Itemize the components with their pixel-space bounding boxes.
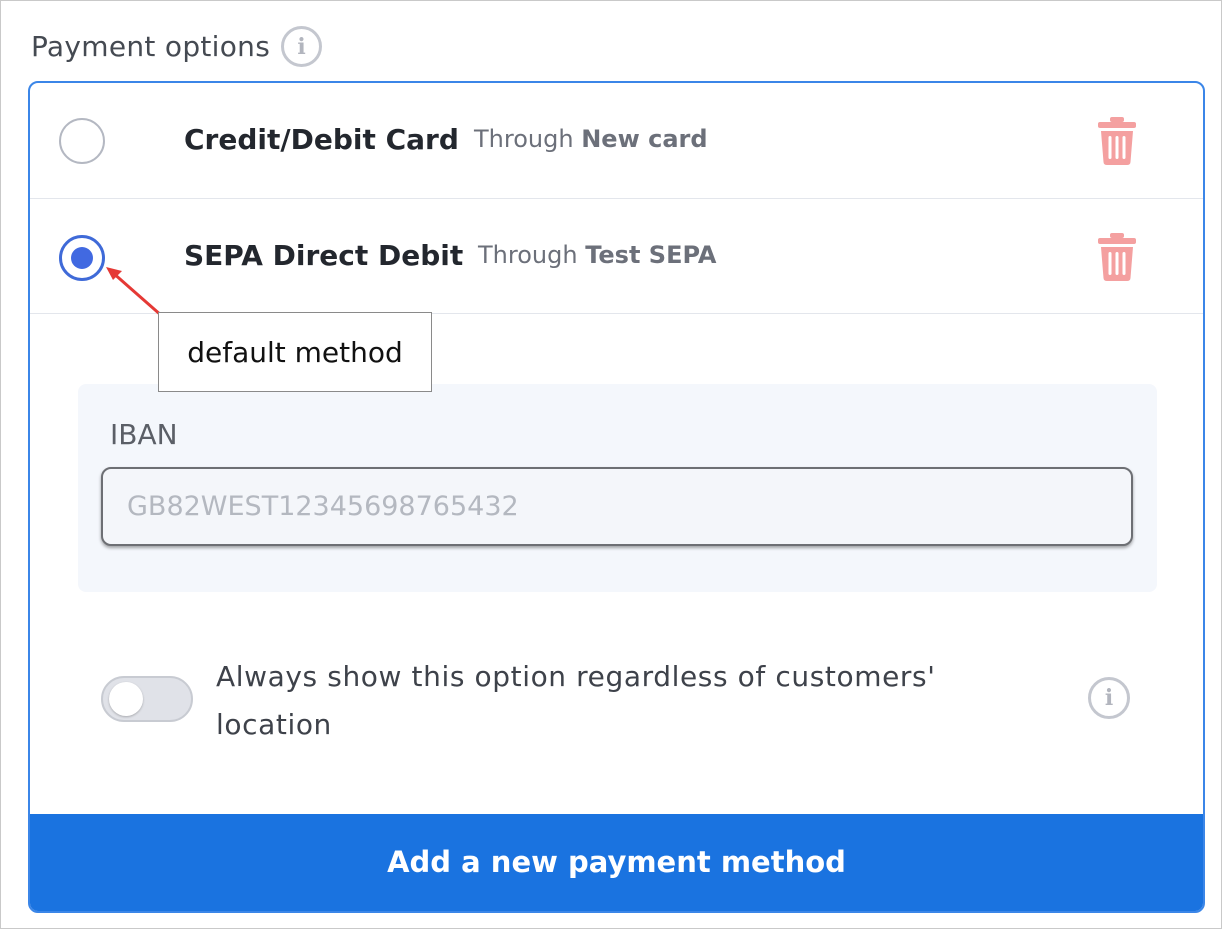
through-prefix: Through (478, 241, 578, 269)
through-value: Test SEPA (585, 241, 717, 269)
radio-button-sepa[interactable] (59, 235, 105, 281)
payment-method-row-credit-card[interactable]: Credit/Debit Card Through New card (30, 83, 1203, 199)
section-header: Payment options i (31, 26, 323, 67)
method-name: Credit/Debit Card (184, 123, 459, 156)
method-through: Through Test SEPA (478, 241, 716, 269)
default-method-callout: default method (158, 312, 432, 392)
radio-button-credit-card[interactable] (59, 118, 105, 164)
method-through: Through New card (474, 125, 708, 153)
payment-method-row-sepa[interactable]: SEPA Direct Debit Through Test SEPA (30, 199, 1203, 314)
section-title: Payment options (31, 30, 271, 63)
add-payment-method-button[interactable]: Add a new payment method (30, 814, 1203, 911)
iban-label: IBAN (110, 418, 178, 451)
callout-label: default method (187, 335, 403, 369)
iban-section: IBAN (78, 384, 1157, 592)
method-name: SEPA Direct Debit (184, 239, 464, 272)
iban-input[interactable] (101, 467, 1133, 546)
always-show-toggle[interactable] (101, 676, 193, 722)
through-prefix: Through (474, 125, 574, 153)
toggle-knob (109, 682, 143, 716)
info-icon[interactable]: i (1088, 677, 1130, 719)
trash-icon[interactable] (1098, 117, 1136, 165)
payment-options-panel: Credit/Debit Card Through New card SEPA … (28, 81, 1205, 913)
through-value: New card (581, 125, 708, 153)
radio-selected-dot (71, 247, 93, 269)
trash-icon[interactable] (1098, 233, 1136, 281)
info-icon[interactable]: i (281, 26, 323, 67)
always-show-label: Always show this option regardless of cu… (216, 660, 936, 741)
